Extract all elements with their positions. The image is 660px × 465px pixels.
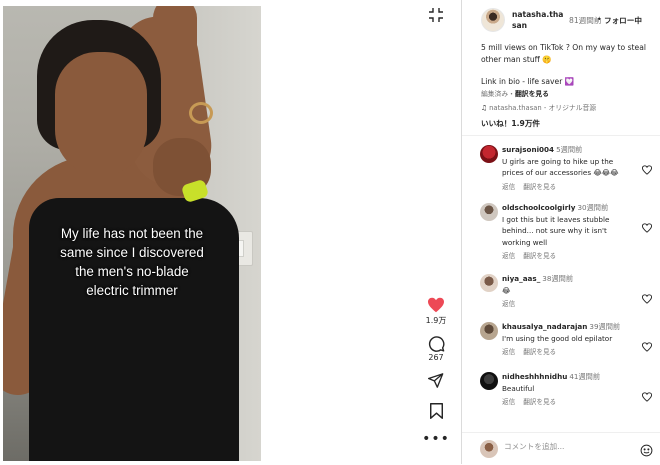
emoji-icon[interactable] (640, 442, 653, 457)
comment-like-icon[interactable] (641, 387, 653, 402)
comment-time[interactable]: 30週間前 (577, 203, 608, 212)
bookmark-icon[interactable] (428, 402, 444, 420)
post-header: natasha.thasan 81週間前 • フォロー中 (462, 0, 660, 36)
comment-username[interactable]: nidheshhhnidhu (502, 372, 567, 381)
heart-icon[interactable] (426, 296, 446, 314)
comment-like-icon[interactable] (641, 289, 653, 304)
caption-line: same since I discovered (60, 245, 204, 260)
translate-button[interactable]: 翻訳を見る (523, 183, 556, 191)
video-player[interactable]: My life has not been the same since I di… (3, 6, 261, 461)
avatar[interactable] (480, 322, 498, 340)
video-figure-bracelet (189, 102, 213, 124)
translate-link[interactable]: 翻訳を見る (515, 90, 549, 98)
comment-time[interactable]: 38週間前 (542, 274, 573, 283)
caption-line: My life has not been the (60, 226, 204, 241)
reply-button[interactable]: 返信 (502, 348, 515, 356)
comment-icon[interactable] (426, 334, 446, 354)
translate-button[interactable]: 翻訳を見る (523, 252, 556, 260)
avatar[interactable] (481, 8, 505, 32)
video-caption: My life has not been the same since I di… (3, 224, 261, 300)
share-icon[interactable] (426, 371, 446, 389)
comment-list[interactable]: surajsoni004 5週間前 U girls are going to hi… (462, 136, 660, 422)
comment-like-icon[interactable] (641, 160, 653, 175)
comment-composer (462, 432, 660, 465)
video-figure-face (55, 52, 147, 176)
expand-icon[interactable] (426, 5, 446, 25)
post-modal: My life has not been the same since I di… (0, 0, 660, 465)
comment-like-icon[interactable] (641, 218, 653, 233)
edited-label: 編集済み・ (481, 90, 515, 98)
comment-username[interactable]: surajsoni004 (502, 145, 554, 154)
comment-username[interactable]: khausalya_nadarajan (502, 322, 587, 331)
avatar[interactable] (480, 440, 498, 458)
reply-button[interactable]: 返信 (502, 398, 515, 406)
username[interactable]: natasha.thasan (512, 9, 564, 31)
post-meta: 編集済み・翻訳を見る (481, 88, 549, 98)
post-link-text: Link in bio - life saver 💟 (481, 77, 575, 86)
caption-line: electric trimmer (86, 283, 178, 298)
translate-button[interactable]: 翻訳を見る (523, 348, 556, 356)
more-icon[interactable]: ••• (422, 431, 449, 447)
avatar[interactable] (480, 274, 498, 292)
comment-time[interactable]: 41週間前 (569, 372, 600, 381)
music-note-icon: ♫ (481, 104, 488, 112)
separator-dot: • (597, 15, 602, 24)
comment-input[interactable] (504, 442, 630, 451)
comment-username[interactable]: oldschoolcoolgirly (502, 203, 575, 212)
avatar[interactable] (480, 372, 498, 390)
audio-label: - オリジナル音源 (541, 104, 597, 112)
like-count: 1.9万 (425, 316, 447, 325)
avatar[interactable] (480, 203, 498, 221)
comment-text: 😂 (502, 285, 511, 295)
comment-text: I'm using the good old epilator (502, 333, 613, 343)
comment-text: U girls are going to hike up the prices … (502, 156, 619, 178)
avatar[interactable] (480, 145, 498, 163)
comment-like-icon[interactable] (641, 337, 653, 352)
audio-row[interactable]: ♫ natasha.thasan - オリジナル音源 (481, 102, 596, 112)
reply-button[interactable]: 返信 (502, 252, 515, 260)
caption-line: the men's no-blade (75, 264, 189, 279)
comment-username[interactable]: niya_aas_ (502, 274, 540, 283)
likes-count-label[interactable]: いいね！1.9万件 (481, 118, 540, 129)
comment-text: Beautiful (502, 383, 535, 393)
comment-text: I got this but it leaves stubble behind.… (502, 214, 610, 247)
following-button[interactable]: フォロー中 (604, 15, 642, 26)
post-panel: natasha.thasan 81週間前 • フォロー中 5 mill view… (461, 0, 660, 465)
comment-time[interactable]: 5週間前 (556, 145, 582, 154)
comment-count: 267 (428, 353, 444, 362)
comment-time[interactable]: 39週間前 (589, 322, 620, 331)
post-caption: 5 mill views on TikTok ? On my way to st… (481, 42, 653, 88)
audio-user[interactable]: natasha.thasan (489, 104, 542, 112)
reply-button[interactable]: 返信 (502, 183, 515, 191)
translate-button[interactable]: 翻訳を見る (523, 398, 556, 406)
post-text: 5 mill views on TikTok ? On my way to st… (481, 43, 646, 64)
reply-button[interactable]: 返信 (502, 300, 515, 308)
